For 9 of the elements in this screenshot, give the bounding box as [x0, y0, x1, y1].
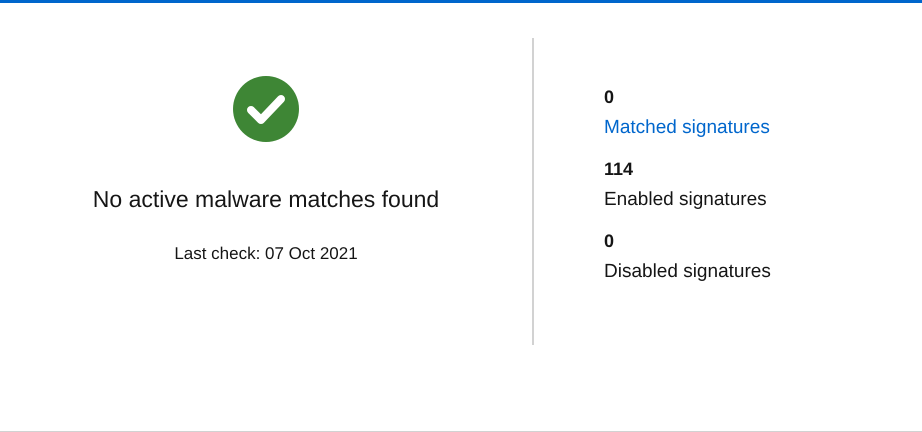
last-check-text: Last check: 07 Oct 2021	[174, 244, 358, 264]
status-title: No active malware matches found	[92, 186, 440, 213]
stat-value: 0	[604, 87, 614, 108]
stat-label: Enabled signatures	[604, 189, 767, 211]
stat-value: 114	[604, 159, 634, 180]
check-circle-icon	[233, 76, 299, 142]
stat-value: 0	[604, 231, 614, 252]
stat-link[interactable]: Matched signatures	[604, 117, 770, 139]
stat-label: Disabled signatures	[604, 261, 771, 283]
